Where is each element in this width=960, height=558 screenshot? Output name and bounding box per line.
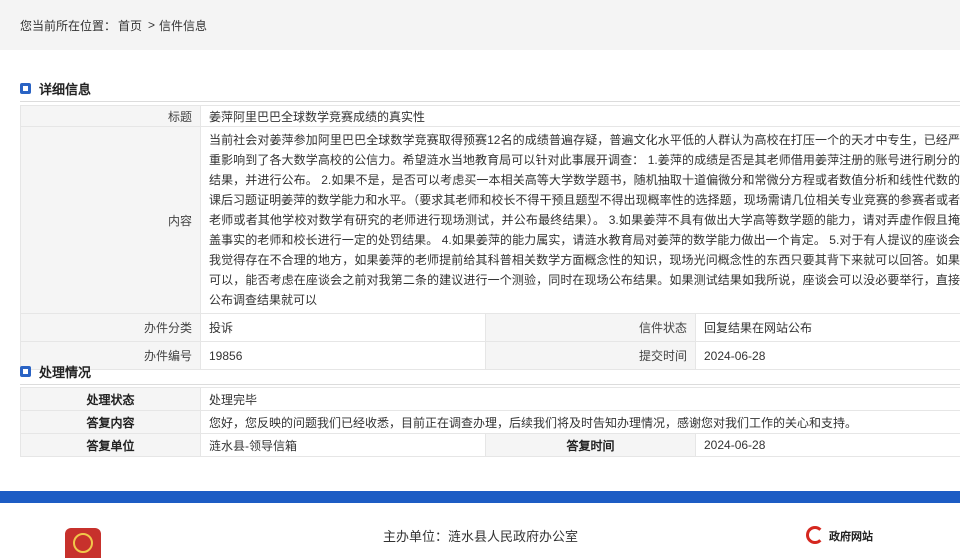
label-content: 内容 — [21, 127, 201, 314]
process-row-reply: 答复内容 您好，您反映的问题我们已经收悉，目前正在调查办理，后续我们将及时告知办… — [21, 411, 960, 434]
breadcrumb-current: 信件信息 — [159, 17, 207, 34]
section-icon — [20, 366, 31, 377]
process-row-unit: 答复单位 涟水县-领导信箱 答复时间 2024-06-28 — [21, 434, 960, 457]
footer-host: 主办单位：涟水县人民政府办公室 — [383, 526, 578, 545]
footer: 主办单位：涟水县人民政府办公室 政府网站 — [0, 503, 960, 547]
breadcrumb-prefix: 您当前所在位置： — [20, 17, 116, 34]
label-category: 办件分类 — [21, 314, 201, 342]
gov-logo-text: 政府网站 — [829, 528, 873, 544]
detail-row-category: 办件分类 投诉 信件状态 回复结果在网站公布 — [21, 314, 960, 342]
process-row-state: 处理状态 处理完毕 — [21, 388, 960, 411]
breadcrumb: 您当前所在位置： 首页 > 信件信息 — [0, 0, 960, 50]
gov-website-logo[interactable]: 政府网站 — [806, 526, 873, 544]
status-value: 回复结果在网站公布 — [696, 314, 960, 342]
state-value: 处理完毕 — [201, 388, 960, 411]
reply-time-value: 2024-06-28 — [696, 434, 960, 457]
detail-title-text: 详细信息 — [39, 79, 91, 98]
gov-logo-icon — [806, 526, 824, 544]
detail-row-content: 内容 当前社会对姜萍参加阿里巴巴全球数学竞赛取得预赛12名的成绩普遍存疑，普遍文… — [21, 127, 960, 314]
footer-blue-bar — [0, 491, 960, 503]
process-title-text: 处理情况 — [39, 362, 91, 381]
label-subject: 标题 — [21, 106, 201, 127]
label-unit: 答复单位 — [21, 434, 201, 457]
detail-row-subject: 标题 姜萍阿里巴巴全球数学竞赛成绩的真实性 — [21, 106, 960, 127]
label-reply: 答复内容 — [21, 411, 201, 434]
detail-section-title: 详细信息 — [20, 77, 960, 99]
national-emblem-icon — [65, 528, 101, 558]
section-icon — [20, 83, 31, 94]
breadcrumb-home-link[interactable]: 首页 — [118, 17, 142, 34]
process-section-title: 处理情况 — [20, 360, 960, 382]
label-status: 信件状态 — [486, 314, 696, 342]
process-table: 处理状态 处理完毕 答复内容 您好，您反映的问题我们已经收悉，目前正在调查办理，… — [20, 387, 960, 457]
detail-table: 标题 姜萍阿里巴巴全球数学竞赛成绩的真实性 内容 当前社会对姜萍参加阿里巴巴全球… — [20, 105, 960, 370]
content-value: 当前社会对姜萍参加阿里巴巴全球数学竞赛取得预赛12名的成绩普遍存疑，普遍文化水平… — [201, 127, 960, 314]
process-divider — [20, 384, 960, 385]
category-value: 投诉 — [201, 314, 486, 342]
label-reply-time: 答复时间 — [486, 434, 696, 457]
reply-value: 您好，您反映的问题我们已经收悉，目前正在调查办理，后续我们将及时告知办理情况，感… — [201, 411, 960, 434]
label-state: 处理状态 — [21, 388, 201, 411]
subject-value: 姜萍阿里巴巴全球数学竞赛成绩的真实性 — [201, 106, 960, 127]
breadcrumb-separator: > — [148, 18, 155, 32]
detail-divider — [20, 101, 960, 102]
unit-value: 涟水县-领导信箱 — [201, 434, 486, 457]
